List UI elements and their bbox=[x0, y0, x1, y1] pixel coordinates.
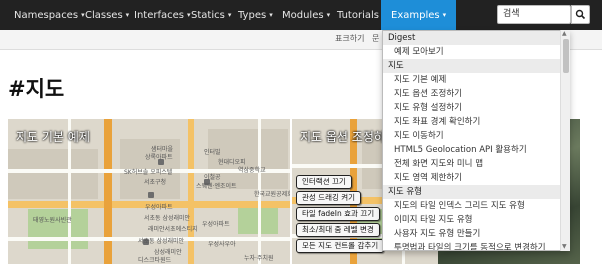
map-label: 래미안서초에스티지 bbox=[148, 226, 198, 233]
caret-down-icon: ▾ bbox=[442, 11, 447, 19]
map-label: 서초동 삼성래미안 bbox=[144, 215, 191, 222]
nav-examples-label: Examples bbox=[391, 10, 440, 21]
map-label: 우성사우아 bbox=[208, 241, 236, 248]
map-label: 태영노원사빈관 bbox=[33, 217, 72, 224]
nav-classes[interactable]: Classes ▾ bbox=[85, 0, 129, 30]
scroll-down-icon[interactable]: ▼ bbox=[562, 243, 567, 250]
dropdown-item[interactable]: 지도 좌표 경계 확인하기 bbox=[383, 115, 569, 129]
map-label: 서초구청 bbox=[144, 179, 167, 186]
scroll-up-icon[interactable]: ▲ bbox=[562, 30, 567, 37]
nav-statics[interactable]: Statics ▾ bbox=[191, 0, 231, 30]
caret-down-icon: ▾ bbox=[269, 11, 273, 19]
sub-link[interactable]: 문 bbox=[372, 33, 379, 44]
dropdown-item[interactable]: 지도의 타일 인덱스 그리드 지도 유형 bbox=[383, 199, 569, 213]
dropdown-section-header: Digest bbox=[383, 31, 569, 45]
dropdown-item[interactable]: 지도 기본 예제 bbox=[383, 73, 569, 87]
page-title: #지도 bbox=[8, 77, 65, 101]
dropdown-item[interactable]: 지도 이동하기 bbox=[383, 129, 569, 143]
map-label: 우성아파트 bbox=[145, 204, 173, 211]
sub-link[interactable]: 표크하기 bbox=[335, 33, 364, 44]
map-label: 디스크타원드 bbox=[138, 257, 172, 264]
example-card-map-basic[interactable]: 샘터마을 상록아파트 SK허브솔 오피스텔 인터빌 현대디오피 역삼중학교 서초… bbox=[8, 119, 290, 264]
inertia-drag-on-button[interactable]: 관성 드래깅 켜기 bbox=[296, 191, 362, 205]
map-label: 역삼중학교 bbox=[238, 167, 266, 174]
map-label: 우성아파트 bbox=[202, 221, 230, 228]
scrollbar-thumb[interactable] bbox=[563, 39, 569, 73]
dropdown-item[interactable]: 사용자 지도 유형 만들기 bbox=[383, 227, 569, 241]
map-label: 상록아파트 bbox=[145, 154, 173, 161]
top-navbar: Namespaces ▾ Classes ▾ Interfaces ▾ Statics… bbox=[0, 0, 602, 30]
caret-down-icon: ▾ bbox=[125, 11, 130, 19]
dropdown-section-header: 지도 유형 bbox=[383, 185, 569, 199]
dropdown-item[interactable]: 투명법과 타일의 크기를 동적으로 변경하기 bbox=[383, 241, 569, 250]
tile-fadein-off-button[interactable]: 타일 fadeIn 효과 끄기 bbox=[296, 207, 381, 221]
dropdown-item[interactable]: 지도 영역 제한하기 bbox=[383, 171, 569, 185]
examples-dropdown-menu: Digest 예제 모아보기 지도 지도 기본 예제 지도 옵션 조정하기 지도… bbox=[382, 30, 570, 251]
nav-interfaces[interactable]: Interfaces ▾ bbox=[134, 0, 191, 30]
dropdown-item[interactable]: HTML5 Geolocation API 활용하기 bbox=[383, 143, 569, 157]
nav-tutorials[interactable]: Tutorials▾ bbox=[337, 0, 386, 30]
nav-interfaces-label: Interfaces bbox=[134, 10, 184, 21]
dropdown-item[interactable]: 이미지 타일 지도 유형 bbox=[383, 213, 569, 227]
nav-tutorials-label: Tutorials bbox=[337, 10, 379, 21]
interaction-off-button[interactable]: 인터랙션 끄기 bbox=[296, 175, 352, 189]
nav-statics-label: Statics bbox=[191, 10, 225, 21]
map-label: 인터빌 bbox=[204, 149, 221, 156]
nav-examples[interactable]: Examples ▾ bbox=[381, 0, 457, 30]
nav-namespaces[interactable]: Namespaces ▾ bbox=[14, 0, 85, 30]
map-label: 이철공 bbox=[204, 174, 221, 181]
dropdown-item[interactable]: 전체 화면 지도와 미니 맵 bbox=[383, 157, 569, 171]
zoom-level-change-button[interactable]: 최소/최대 줌 레벨 변경 bbox=[296, 223, 380, 237]
nav-namespaces-label: Namespaces bbox=[14, 10, 79, 21]
dropdown-scrollbar[interactable]: ▲ ▼ bbox=[560, 30, 570, 251]
search-icon bbox=[575, 9, 586, 20]
map-label: 서초동 삼성래미안 bbox=[138, 238, 185, 245]
map-label: 스웨덴·엔조이트 bbox=[196, 183, 237, 190]
caret-down-icon: ▾ bbox=[326, 11, 331, 19]
dropdown-section-header: 지도 bbox=[383, 59, 569, 73]
nav-classes-label: Classes bbox=[85, 10, 123, 21]
dropdown-item[interactable]: 지도 옵션 조정하기 bbox=[383, 87, 569, 101]
map-label: SK허브솔 오피스텔 bbox=[124, 169, 173, 176]
nav-types-label: Types bbox=[238, 10, 267, 21]
hide-controls-button[interactable]: 모든 지도 컨트롤 감추기 bbox=[296, 239, 385, 253]
example-title: 지도 기본 예제 bbox=[16, 130, 90, 144]
nav-types[interactable]: Types ▾ bbox=[238, 0, 273, 30]
search-button[interactable] bbox=[571, 5, 590, 24]
nav-modules[interactable]: Modules ▾ bbox=[282, 0, 330, 30]
map-label: 누자·주치원 bbox=[244, 255, 274, 262]
dropdown-item[interactable]: 지도 유형 설정하기 bbox=[383, 101, 569, 115]
caret-down-icon: ▾ bbox=[186, 11, 191, 19]
dropdown-item[interactable]: 예제 모아보기 bbox=[383, 45, 569, 59]
map-label: 한국교원공제회 bbox=[254, 191, 290, 198]
caret-down-icon: ▾ bbox=[227, 11, 232, 19]
nav-modules-label: Modules bbox=[282, 10, 324, 21]
search-input[interactable]: 검색 bbox=[497, 5, 571, 24]
